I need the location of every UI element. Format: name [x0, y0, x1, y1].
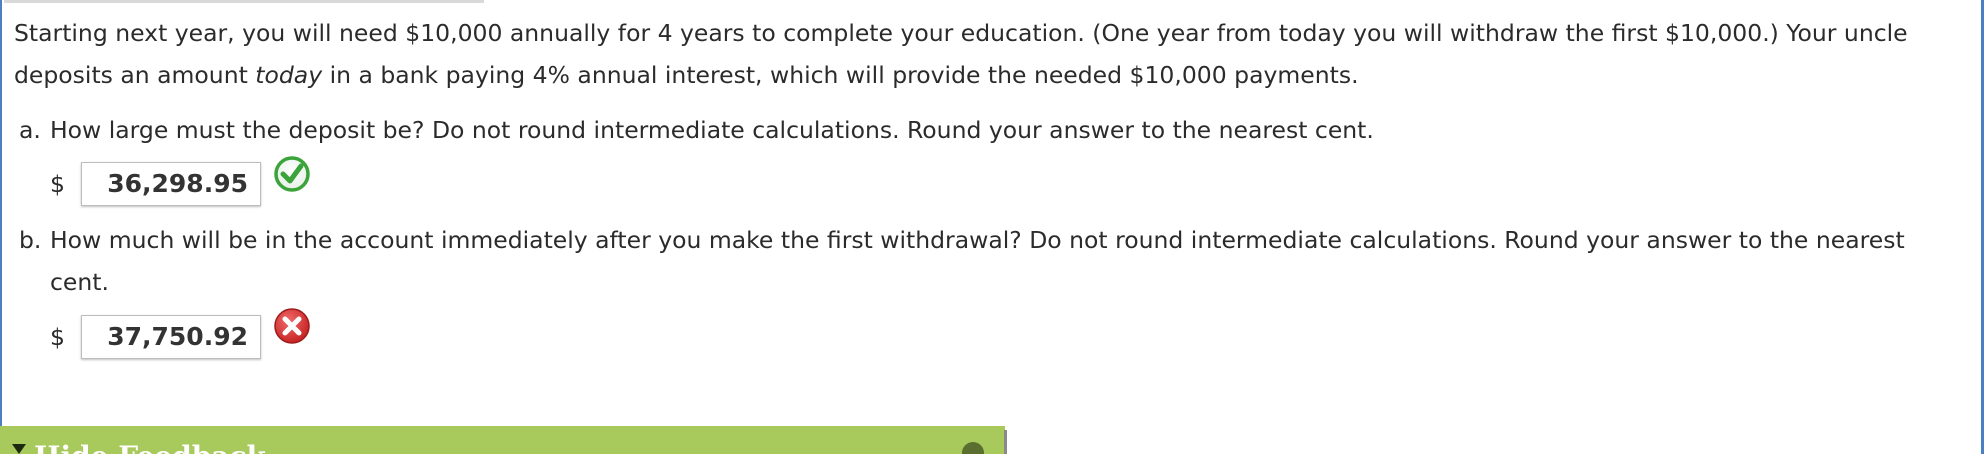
- check-circle-icon: [274, 156, 310, 192]
- question-text-italic: today: [255, 61, 323, 89]
- question-text-part2: in a bank paying 4% annual interest, whi…: [322, 61, 1359, 89]
- part-a-prompt: a. How large must the deposit be? Do not …: [19, 109, 1374, 151]
- part-b-prompt: b. How much will be in the account immedi…: [19, 219, 1905, 303]
- part-b-answer-input[interactable]: 37,750.92: [81, 315, 261, 359]
- part-b-answer-row: $ 37,750.92: [50, 314, 261, 360]
- part-b-prompt-text: How much will be in the account immediat…: [50, 226, 1905, 254]
- caret-down-icon: [12, 444, 26, 454]
- part-a-prompt-text: How large must the deposit be? Do not ro…: [50, 116, 1374, 144]
- part-b-currency: $: [50, 323, 65, 351]
- top-tab-edge: [4, 0, 484, 3]
- x-circle-icon: [274, 308, 310, 344]
- part-b-prompt-continued: cent.: [50, 268, 109, 296]
- part-a-answer-input[interactable]: 36,298.95: [81, 162, 261, 206]
- question-text: Starting next year, you will need $10,00…: [14, 12, 1964, 96]
- feedback-circle-icon: [962, 442, 984, 454]
- feedback-panel-edge: [1004, 430, 1007, 454]
- part-a-currency: $: [50, 170, 65, 198]
- part-a-letter: a.: [19, 116, 41, 144]
- part-b-letter: b.: [19, 226, 42, 254]
- part-a-answer-row: $ 36,298.95: [50, 161, 261, 207]
- hide-feedback-toggle[interactable]: Hide Feedback: [0, 426, 1005, 454]
- hide-feedback-label: Hide Feedback: [34, 440, 266, 454]
